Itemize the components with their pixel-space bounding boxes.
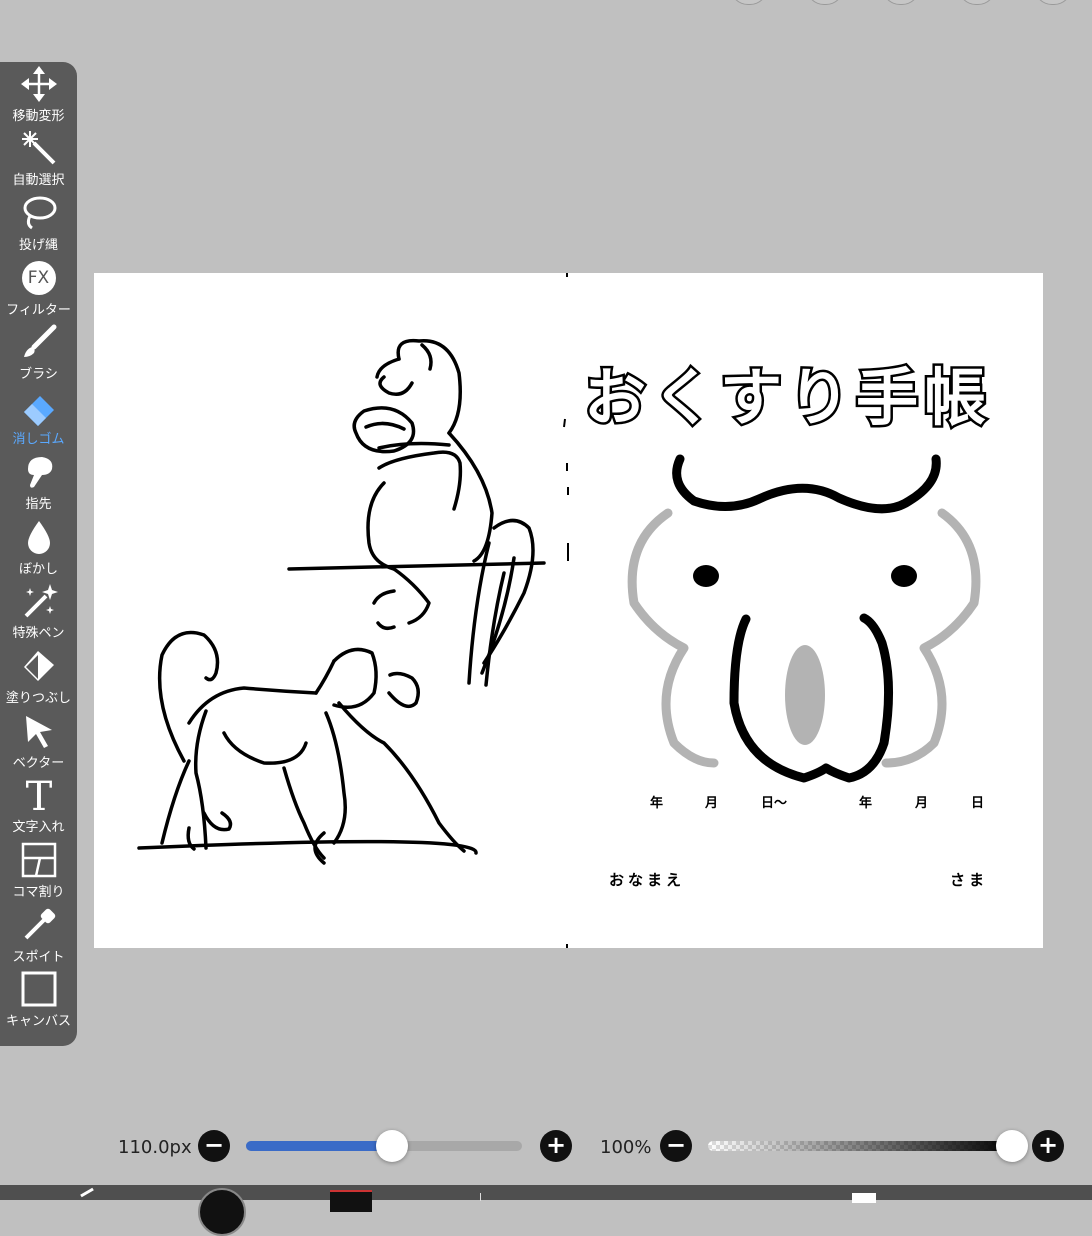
- left-eye: [693, 565, 719, 587]
- drop-icon: [19, 517, 59, 557]
- nose-oval: [785, 645, 825, 745]
- tool-label: キャンバス: [5, 1014, 71, 1030]
- back-arrow-icon[interactable]: [80, 1187, 94, 1198]
- tool-label: スポイト: [12, 949, 65, 965]
- move-arrows-icon: [19, 64, 59, 104]
- tool-label: 文字入れ: [12, 820, 65, 836]
- right-eye: [891, 565, 917, 587]
- tool-canvas[interactable]: キャンバス: [0, 968, 77, 1033]
- color-swatch-icon[interactable]: [330, 1190, 372, 1212]
- opacity-readout: 100%: [600, 1137, 652, 1158]
- canvas-square-icon: [19, 969, 59, 1009]
- cursor-arrow-icon: [19, 711, 59, 751]
- brush-size-fill: [246, 1141, 393, 1151]
- eraser-icon: [19, 387, 59, 427]
- layers-icon[interactable]: [852, 1193, 876, 1203]
- tool-eraser[interactable]: 消しゴム: [0, 385, 77, 450]
- sparkle-pen-icon: [19, 581, 59, 621]
- tool-label: 塗りつぶし: [5, 690, 72, 706]
- fx-icon: FX: [19, 258, 59, 298]
- name-label: おなまえ: [609, 871, 686, 889]
- brush-size-thumb[interactable]: [376, 1130, 409, 1162]
- tool-label: ぼかし: [18, 561, 58, 577]
- dog-sketch: [137, 630, 478, 865]
- panel-grid-icon: [19, 840, 59, 880]
- tool-label: 消しゴム: [12, 432, 65, 448]
- date-day-end: 日: [971, 796, 985, 811]
- tool-finger[interactable]: 指先: [0, 450, 77, 515]
- fx-badge: FX: [21, 260, 56, 295]
- tool-special-pen[interactable]: 特殊ペン: [0, 580, 77, 645]
- tool-panel[interactable]: コマ割り: [0, 838, 77, 903]
- lasso-icon: [19, 193, 59, 233]
- opacity-track[interactable]: [708, 1141, 1014, 1151]
- tool-label: 自動選択: [12, 173, 65, 189]
- tool-brush[interactable]: ブラシ: [0, 321, 77, 386]
- tool-label: コマ割り: [12, 884, 65, 900]
- top-button-1[interactable]: [730, 0, 768, 5]
- top-button-5[interactable]: [1034, 0, 1072, 5]
- tool-blur[interactable]: ぼかし: [0, 515, 77, 580]
- opacity-plus-button[interactable]: +: [1032, 1130, 1064, 1162]
- date-year-end: 年: [859, 796, 873, 811]
- tool-text[interactable]: T 文字入れ: [0, 774, 77, 839]
- tool-filter[interactable]: FX フィルター: [0, 256, 77, 321]
- sama-label: さま: [950, 871, 989, 889]
- tool-fill[interactable]: 塗りつぶし: [0, 644, 77, 709]
- eyedropper-icon: [19, 905, 59, 945]
- brush-size-minus-button[interactable]: −: [198, 1130, 230, 1162]
- brush-size-plus-button[interactable]: +: [540, 1130, 572, 1162]
- top-button-2[interactable]: [806, 0, 844, 5]
- tool-label: 指先: [25, 496, 52, 512]
- tool-move-transform[interactable]: 移動変形: [0, 62, 77, 127]
- plus-icon: +: [545, 1131, 567, 1159]
- top-button-4[interactable]: [958, 0, 996, 5]
- finger-icon: [19, 452, 59, 492]
- tool-palette: 移動変形 自動選択 投げ縄 FX フィルター ブラシ 消しゴム 指先 ぼかし 特…: [0, 62, 77, 1046]
- top-button-3[interactable]: [882, 0, 920, 5]
- monkey-sketch: [287, 338, 546, 687]
- svg-text:T: T: [25, 776, 52, 814]
- tool-label: 移動変形: [12, 108, 65, 124]
- fold-marks: [563, 273, 569, 948]
- tool-auto-select[interactable]: 自動選択: [0, 127, 77, 192]
- tool-eyedropper[interactable]: スポイト: [0, 903, 77, 968]
- tool-lasso[interactable]: 投げ縄: [0, 191, 77, 256]
- opacity-thumb[interactable]: [996, 1130, 1028, 1162]
- tool-vector[interactable]: ベクター: [0, 709, 77, 774]
- tool-label: 特殊ペン: [12, 626, 65, 642]
- date-month-start: 月: [705, 796, 719, 811]
- text-t-icon: T: [19, 775, 59, 815]
- date-year-start: 年: [650, 796, 664, 811]
- cover-title: おくすり手帳: [581, 359, 993, 437]
- brush-icon: [19, 322, 59, 362]
- magic-wand-icon: [19, 128, 59, 168]
- brush-preview-icon[interactable]: [198, 1188, 246, 1236]
- drawing-canvas[interactable]: おくすり手帳 年 月 日～ 年 月 日 おなまえ さま: [94, 273, 1043, 948]
- tool-label: 投げ縄: [18, 238, 58, 254]
- tool-label: フィルター: [6, 302, 71, 318]
- date-day-start: 日～: [761, 796, 788, 811]
- minus-icon: −: [665, 1131, 687, 1159]
- plus-icon: +: [1037, 1131, 1059, 1159]
- minus-icon: −: [203, 1131, 225, 1159]
- brush-size-readout: 110.0px: [118, 1137, 192, 1158]
- fill-bucket-icon: [19, 646, 59, 686]
- bottom-toolbar: [0, 1185, 1092, 1236]
- tool-label: ブラシ: [19, 367, 58, 383]
- date-month-end: 月: [915, 796, 929, 811]
- opacity-minus-button[interactable]: −: [660, 1130, 692, 1162]
- top-toolbar-buttons: [730, 0, 1072, 5]
- tool-label: ベクター: [12, 755, 65, 771]
